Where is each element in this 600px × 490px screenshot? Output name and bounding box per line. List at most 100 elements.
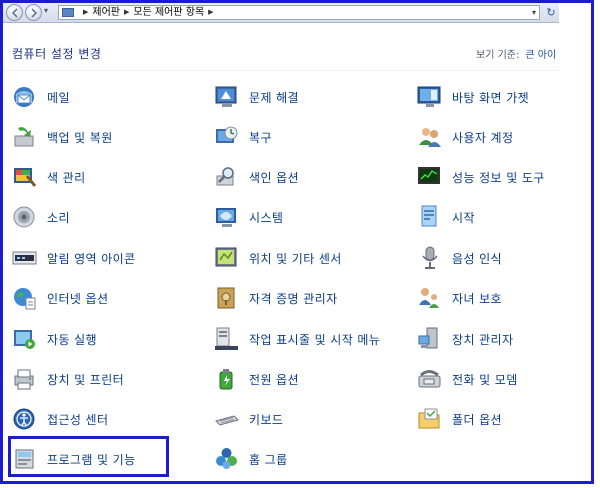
cp-item-label: 색 관리	[47, 170, 86, 185]
getting-started-icon	[421, 205, 437, 227]
back-button[interactable]	[6, 4, 23, 21]
indexing-options-icon	[216, 167, 234, 186]
breadcrumb-control-panel[interactable]: 제어판	[92, 7, 120, 18]
cp-item-performance[interactable]: 성능 정보 및 도구	[417, 163, 545, 191]
cp-item-label: 복구	[249, 130, 272, 145]
divider	[3, 70, 559, 71]
cp-item-device-manager[interactable]: 장치 관리자	[417, 325, 513, 353]
page-title: 컴퓨터 설정 변경	[12, 47, 102, 61]
cp-item-notification-area[interactable]: 알림 영역 아이콘	[12, 244, 136, 272]
cp-item-mail[interactable]: 메일	[12, 83, 70, 111]
cp-item-label: 접근성 센터	[47, 412, 109, 427]
cp-item-folder-options[interactable]: 폴더 옵션	[417, 405, 502, 433]
cp-item-label: 성능 정보 및 도구	[452, 170, 545, 185]
phone-modem-icon	[418, 370, 441, 388]
cp-item-label: 백업 및 복원	[47, 130, 113, 145]
cp-item-backup-restore[interactable]: 백업 및 복원	[12, 123, 113, 151]
cp-item-label: 바탕 화면 가젯	[452, 90, 530, 105]
cp-item-label: 시작	[452, 210, 475, 225]
cp-item-user-accounts[interactable]: 사용자 계정	[417, 123, 513, 151]
cp-item-devices-printers[interactable]: 장치 및 프린터	[12, 365, 124, 393]
sound-icon	[13, 206, 35, 228]
cp-item-label: 홈 그룹	[249, 452, 288, 467]
parental-controls-icon	[419, 288, 439, 308]
autoplay-icon	[14, 330, 35, 349]
cp-item-label: 장치 및 프린터	[47, 372, 125, 387]
cp-item-power-options[interactable]: 전원 옵션	[214, 365, 299, 393]
mail-icon	[14, 87, 34, 107]
cp-item-taskbar-start-menu[interactable]: 작업 표시줄 및 시작 메뉴	[214, 325, 380, 353]
backup-restore-icon	[14, 127, 34, 147]
cp-item-label: 사용자 계정	[452, 130, 514, 145]
cp-item-parental-controls[interactable]: 자녀 보호	[417, 284, 502, 312]
cp-item-troubleshooting[interactable]: 문제 해결	[214, 83, 299, 111]
breadcrumb-all-items[interactable]: 모든 제어판 항목	[133, 7, 204, 18]
cp-item-autoplay[interactable]: 자동 실행	[12, 325, 97, 353]
recovery-icon	[216, 126, 238, 143]
view-by: 보기 기준: 큰 아이	[476, 46, 556, 61]
credential-manager-icon	[217, 287, 235, 309]
power-options-icon	[219, 369, 233, 390]
cp-item-indexing-options[interactable]: 색인 옵션	[214, 163, 299, 191]
forward-arrow-icon	[31, 8, 38, 18]
recent-pages-dropdown-icon[interactable]: ▾	[44, 6, 48, 15]
cp-item-internet-options[interactable]: 인터넷 옵션	[12, 284, 108, 312]
cp-item-desktop-gadgets[interactable]: 바탕 화면 가젯	[417, 83, 529, 111]
cp-item-speech-recognition[interactable]: 음성 인식	[417, 244, 502, 272]
cp-item-label: 음성 인식	[452, 251, 502, 266]
cp-item-location-sensors[interactable]: 위치 및 기타 센서	[214, 244, 342, 272]
cp-item-getting-started[interactable]: 시작	[417, 203, 475, 231]
address-field[interactable]: ▶ 제어판 ▶ 모든 제어판 항목 ▶ ▾	[58, 5, 540, 20]
cp-item-label: 위치 및 기타 센서	[249, 251, 342, 266]
cp-item-label: 전화 및 모뎀	[452, 372, 518, 387]
keyboard-icon	[215, 415, 239, 426]
user-accounts-icon	[419, 128, 441, 147]
cp-item-keyboard[interactable]: 키보드	[214, 405, 283, 433]
control-panel-small-icon	[62, 8, 74, 17]
cp-item-homegroup[interactable]: 홈 그룹	[214, 445, 288, 473]
performance-icon	[418, 167, 440, 184]
view-by-dropdown[interactable]: 큰 아이	[525, 50, 556, 61]
breadcrumb: ▶ 제어판 ▶ 모든 제어판 항목 ▶	[79, 6, 218, 19]
cp-item-label: 알림 영역 아이콘	[47, 251, 136, 266]
device-manager-icon	[418, 327, 438, 349]
cp-item-label: 메일	[47, 90, 70, 105]
troubleshoot-icon	[215, 86, 237, 107]
view-by-label: 보기 기준:	[476, 50, 520, 61]
cp-item-phone-modem[interactable]: 전화 및 모뎀	[417, 365, 518, 393]
location-sensors-icon	[215, 247, 237, 267]
cp-item-recovery[interactable]: 복구	[214, 123, 272, 151]
cp-item-label: 소리	[47, 210, 70, 225]
cp-item-ease-of-access[interactable]: 접근성 센터	[12, 405, 108, 433]
address-bar: ▾ ▶ 제어판 ▶ 모든 제어판 항목 ▶ ▾ ↻	[3, 3, 559, 23]
cp-item-system[interactable]: 시스템	[214, 203, 283, 231]
cp-item-credential-manager[interactable]: 자격 증명 관리자	[214, 284, 338, 312]
devices-printers-icon	[14, 369, 34, 390]
cp-item-label: 장치 관리자	[452, 332, 514, 347]
color-management-icon	[14, 168, 37, 187]
breadcrumb-chevron-icon[interactable]: ▶	[208, 8, 213, 16]
highlight-box	[8, 436, 169, 477]
breadcrumb-chevron-icon[interactable]: ▶	[83, 8, 88, 16]
cp-item-label: 인터넷 옵션	[47, 291, 109, 306]
cp-item-label: 폴더 옵션	[452, 412, 502, 427]
cp-item-label: 자동 실행	[47, 332, 97, 347]
cp-item-label: 문제 해결	[249, 90, 299, 105]
back-arrow-icon	[11, 8, 18, 18]
forward-button[interactable]	[25, 4, 42, 21]
cp-item-label: 자녀 보호	[452, 291, 502, 306]
cp-item-label: 시스템	[249, 210, 284, 225]
ease-of-access-icon	[13, 408, 35, 430]
cp-item-color-management[interactable]: 색 관리	[12, 163, 86, 191]
breadcrumb-chevron-icon[interactable]: ▶	[124, 8, 129, 16]
homegroup-icon	[216, 448, 237, 469]
cp-item-label: 전원 옵션	[249, 372, 299, 387]
system-icon	[216, 208, 236, 227]
cp-item-label: 키보드	[249, 412, 284, 427]
folder-options-icon	[418, 408, 440, 429]
cp-item-sound[interactable]: 소리	[12, 203, 70, 231]
address-dropdown-icon[interactable]: ▾	[532, 6, 536, 19]
cp-item-label: 자격 증명 관리자	[249, 291, 338, 306]
speech-recognition-icon	[422, 246, 438, 269]
refresh-icon[interactable]: ↻	[544, 6, 558, 20]
